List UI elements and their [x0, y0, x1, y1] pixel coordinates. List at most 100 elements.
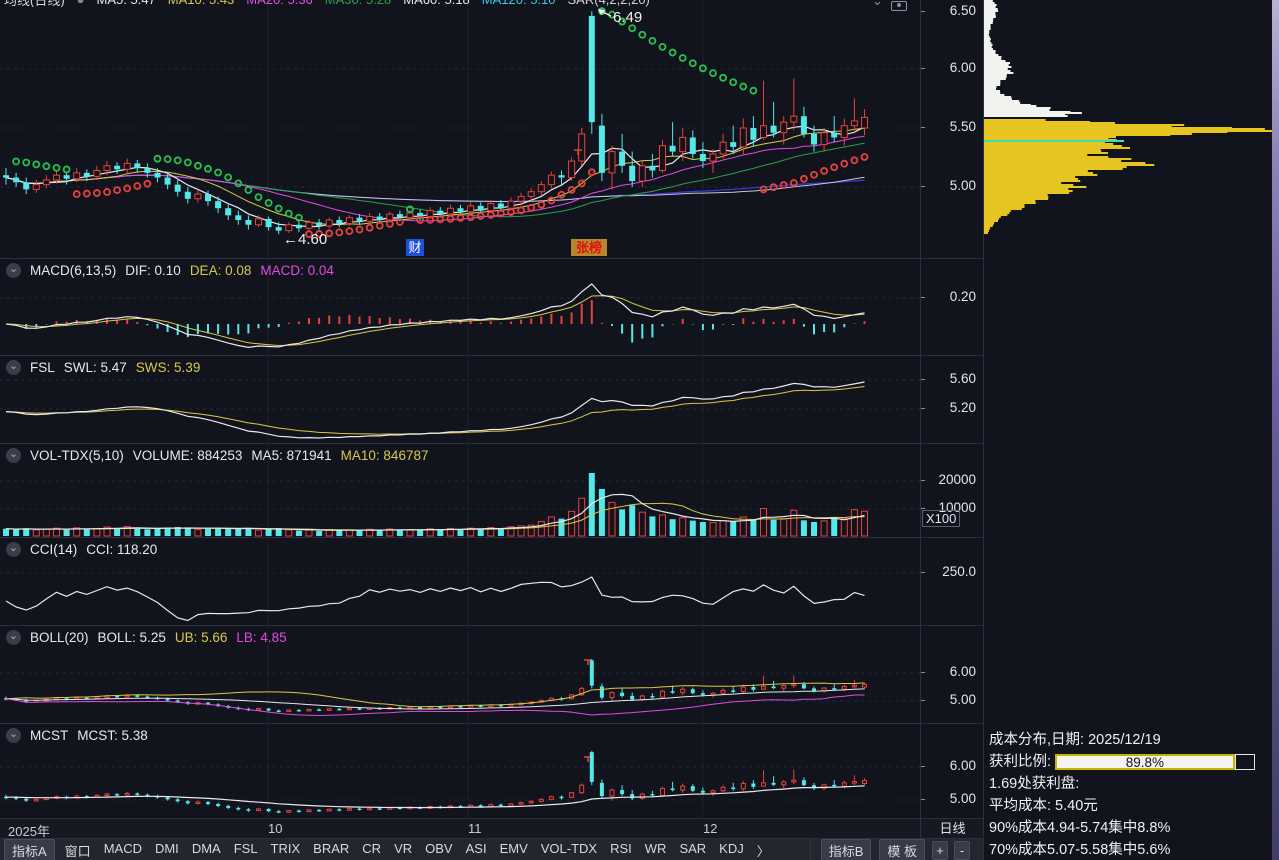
- toolbar-item-wr[interactable]: WR: [645, 841, 667, 860]
- toolbar-item-sar[interactable]: SAR: [679, 841, 706, 860]
- panel-header-boll[interactable]: ⌄BOLL(20)BOLL: 5.25UB: 5.66LB: 4.85: [6, 628, 287, 646]
- collapse-icon[interactable]: ⌄: [6, 630, 21, 645]
- axis-label: 0.20: [921, 289, 976, 304]
- toolbar-item-trix[interactable]: TRIX: [271, 841, 301, 860]
- indicator-value: DIF: 0.10: [125, 263, 181, 278]
- panel-header-macd[interactable]: ⌄ MACD(6,13,5) DIF: 0.10 DEA: 0.08 MACD: 0.0…: [6, 261, 334, 279]
- legend-item: MA30: 5.28: [325, 0, 392, 7]
- axis-label: 250.0: [921, 564, 976, 579]
- collapse-icon[interactable]: ⌄: [6, 542, 21, 557]
- month-label: 11: [468, 821, 482, 836]
- profit-position-line: 1.69处获利盘:: [984, 773, 1272, 795]
- legend-item: SAR(4,2,2,20): [568, 0, 650, 7]
- toolbar-item-macd[interactable]: MACD: [104, 841, 142, 860]
- main-chart-legend: 均线(日线)●MA5: 5.47MA10: 5.43MA20: 5.36MA30…: [4, 0, 864, 7]
- toolbar-item-dma[interactable]: DMA: [192, 841, 221, 860]
- toolbar-item-vol-tdx[interactable]: VOL-TDX: [541, 841, 597, 860]
- panel-separator: [0, 723, 983, 724]
- cost-date-line: 成本分布,日期: 2025/12/19: [984, 729, 1272, 751]
- panel-separator: [0, 258, 983, 259]
- profit-ratio-remainder: [1235, 754, 1255, 770]
- bottom-toolbar: 指标A 窗口 MACD DMI DMA FSL TRIX BRAR CR VR OBV ASI EMV…: [0, 838, 983, 860]
- toolbar-item-brar[interactable]: BRAR: [313, 841, 349, 860]
- toolbar-item-rsi[interactable]: RSI: [610, 841, 632, 860]
- indicator-value: VOLUME: 884253: [133, 448, 243, 463]
- toolbar-item-〉[interactable]: 〉: [757, 841, 770, 860]
- indicator-value: LB: 4.85: [236, 630, 286, 645]
- indicator-title: MACD(6,13,5): [30, 263, 116, 278]
- axis-label: X100: [922, 510, 960, 527]
- month-label: 10: [268, 821, 282, 836]
- axis-label: 5.00: [921, 692, 976, 707]
- indicator-value: BOLL: 5.25: [98, 630, 166, 645]
- camera-icon[interactable]: [891, 1, 907, 11]
- indicator-title: BOLL(20): [30, 630, 89, 645]
- legend-item: 均线(日线): [4, 0, 65, 7]
- legend-item: MA10: 5.43: [168, 0, 235, 7]
- toolbar-item-asi[interactable]: ASI: [466, 841, 487, 860]
- axis-label: 5.00: [921, 178, 976, 193]
- period-text: 日线: [939, 821, 965, 836]
- panel-separator: [0, 355, 983, 356]
- profit-ratio-label: 获利比例:: [989, 751, 1051, 773]
- toolbar-item-emv[interactable]: EMV: [500, 841, 528, 860]
- main-chart-canvas[interactable]: 6.49←4.60: [0, 0, 920, 818]
- indicator-value: MCST: 5.38: [77, 728, 148, 743]
- price-axis-column: 6.506.005.505.000.205.605.202000010000X1…: [921, 0, 983, 838]
- panel-header-vol[interactable]: ⌄ VOL-TDX(5,10) VOLUME: 884253 MA5: 871941 M…: [6, 446, 428, 464]
- collapse-icon[interactable]: ⌄: [6, 263, 21, 278]
- profit-ratio-row: 获利比例: 89.8%: [984, 751, 1272, 773]
- indicator-value: MA5: 871941: [251, 448, 331, 463]
- chevron-down-icon[interactable]: ⌄: [872, 0, 883, 9]
- collapse-icon[interactable]: ⌄: [6, 448, 21, 463]
- indicator-value: MA10: 846787: [341, 448, 429, 463]
- indicator-value: MACD: 0.04: [260, 263, 334, 278]
- month-label: 12: [703, 821, 717, 836]
- legend-item: ●: [77, 0, 85, 7]
- legend-item: MA120: 5.10: [482, 0, 556, 7]
- indicator-value: DEA: 0.08: [190, 263, 252, 278]
- window-edge-strip: [1272, 0, 1279, 860]
- zoom-out-button[interactable]: -: [954, 841, 970, 860]
- collapse-icon[interactable]: ⌄: [6, 728, 21, 743]
- period-label[interactable]: 日线: [920, 819, 984, 839]
- axis-label: 6.00: [921, 758, 976, 773]
- cost-distribution-histogram: [984, 0, 1272, 730]
- panel-header-fsl[interactable]: ⌄ FSL SWL: 5.47 SWS: 5.39: [6, 358, 200, 376]
- profit-ratio-bar: 89.8%: [1055, 754, 1255, 770]
- indicator-a-button[interactable]: 指标A: [4, 839, 55, 860]
- axis-label: 6.00: [921, 664, 976, 679]
- toolbar-item-fsl[interactable]: FSL: [234, 841, 258, 860]
- indicator-shortcut-list: 窗口 MACD DMI DMA FSL TRIX BRAR CR VR OBV ASI EMV VOL-…: [65, 841, 770, 860]
- cost-70-line: 70%成本5.07-5.58集中5.6%: [984, 839, 1272, 860]
- panel-header-mcst[interactable]: ⌄ MCST MCST: 5.38: [6, 726, 148, 744]
- legend-item: MA5: 5.47: [97, 0, 156, 7]
- toolbar-item-kdj[interactable]: KDJ: [719, 841, 744, 860]
- event-badge-cai[interactable]: 财: [406, 239, 424, 256]
- indicator-value: SWS: 5.39: [136, 360, 201, 375]
- toolbar-item-vr[interactable]: VR: [394, 841, 412, 860]
- indicator-value: SWL: 5.47: [64, 360, 127, 375]
- axis-label: 6.00: [921, 60, 976, 75]
- toolbar-item-obv[interactable]: OBV: [425, 841, 452, 860]
- legend-item: MA60: 5.18: [403, 0, 470, 7]
- collapse-icon[interactable]: ⌄: [6, 360, 21, 375]
- panel-header-cci[interactable]: ⌄CCI(14)CCI: 118.20: [6, 540, 157, 558]
- indicator-title: FSL: [30, 360, 55, 375]
- axis-label: 5.50: [921, 119, 976, 134]
- indicator-title: VOL-TDX(5,10): [30, 448, 124, 463]
- toolbar-item-dmi[interactable]: DMI: [155, 841, 179, 860]
- axis-label: 6.50: [921, 3, 976, 18]
- toolbar-item-窗口[interactable]: 窗口: [65, 841, 91, 860]
- template-button[interactable]: 模 板: [879, 839, 925, 860]
- stock-chart-app: 6.49←4.60 均线(日线)●MA5: 5.47MA10: 5.43MA20…: [0, 0, 1279, 860]
- cost-90-line: 90%成本4.94-5.74集中8.8%: [984, 817, 1272, 839]
- indicator-title: MCST: [30, 728, 68, 743]
- date-axis[interactable]: 2025年 101112 日线: [0, 818, 983, 839]
- indicator-b-button[interactable]: 指标B: [821, 839, 872, 860]
- toolbar-item-cr[interactable]: CR: [362, 841, 381, 860]
- svg-text:6.49: 6.49: [613, 9, 642, 26]
- avg-cost-line: 平均成本: 5.40元: [984, 795, 1272, 817]
- event-badge-zhangbang[interactable]: 张榜: [571, 239, 607, 256]
- zoom-in-button[interactable]: +: [932, 841, 948, 860]
